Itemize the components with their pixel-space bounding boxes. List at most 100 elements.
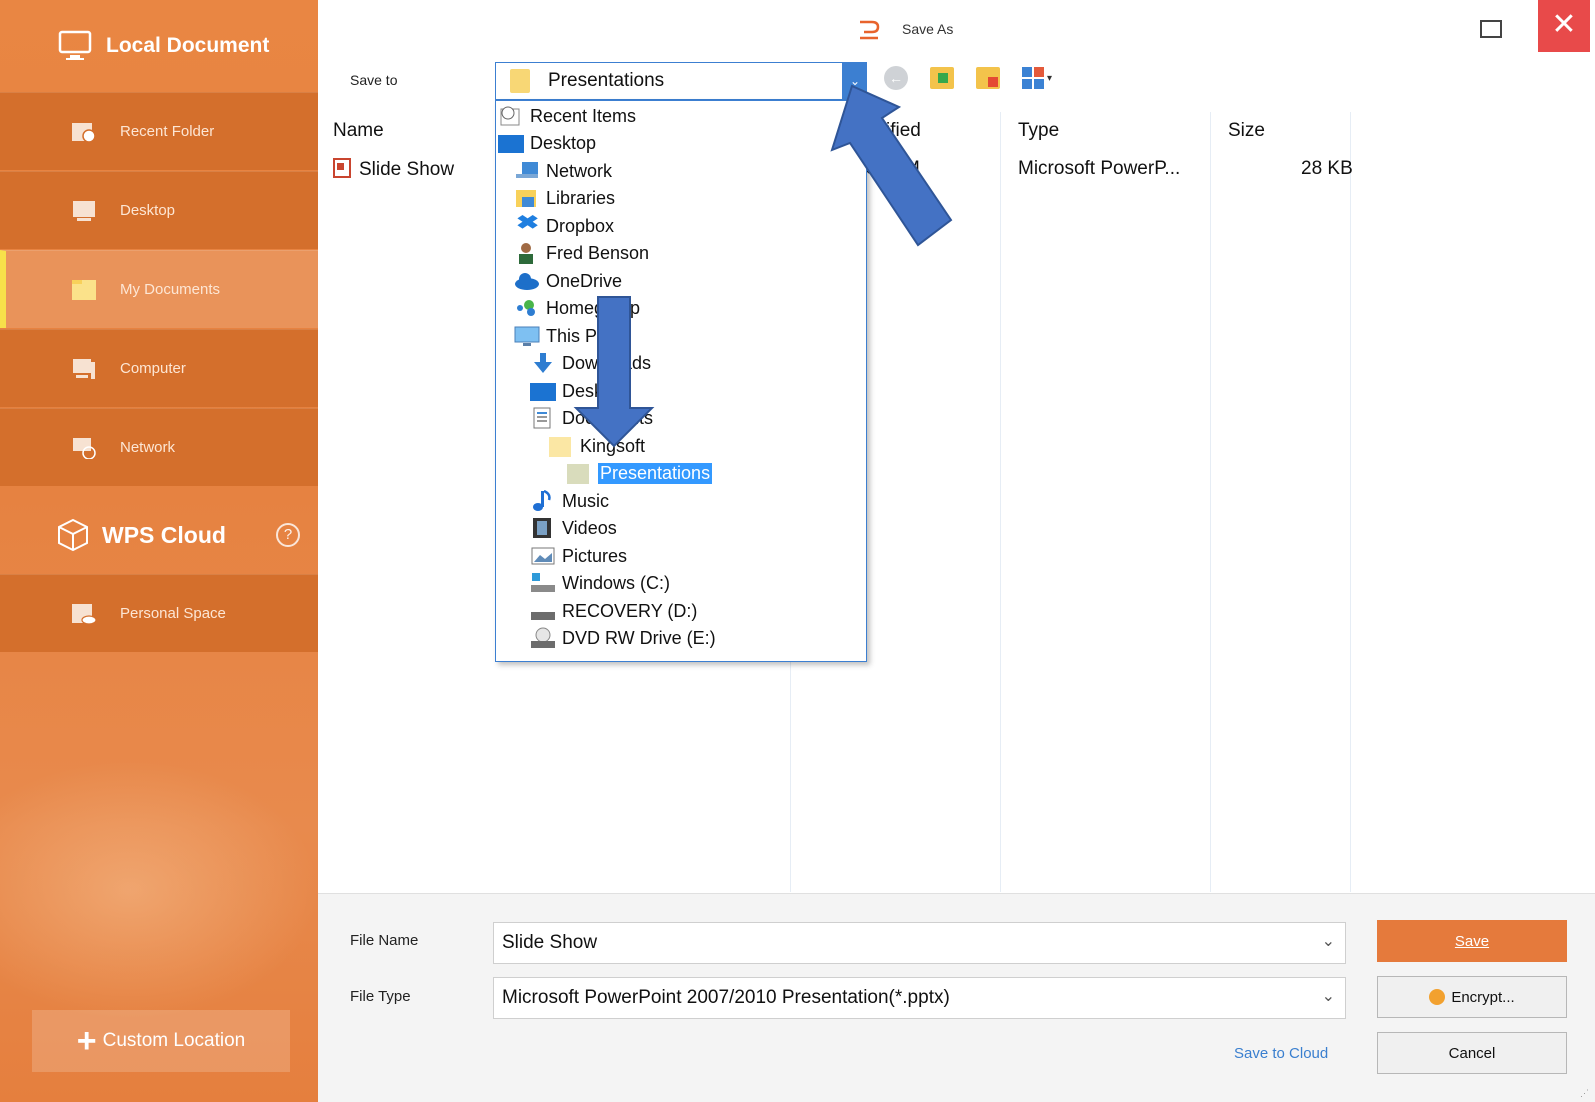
file-type-select[interactable]: Microsoft PowerPoint 2007/2010 Presentat…	[493, 977, 1346, 1019]
sidebar-item-label: My Documents	[120, 281, 221, 298]
music-icon	[533, 490, 551, 511]
custom-location-button[interactable]: + Custom Location	[32, 1010, 290, 1072]
dropdown-item-label: DVD RW Drive (E:)	[562, 627, 716, 648]
dropdown-item-label: Videos	[562, 517, 617, 538]
documents-icon	[533, 407, 551, 429]
sidebar-item-recent-folder[interactable]: Recent Folder	[0, 92, 318, 170]
wps-cloud-title: WPS Cloud	[102, 521, 226, 548]
dropdown-item-label: RECOVERY (D:)	[562, 600, 698, 621]
column-separator	[1350, 112, 1351, 892]
view-options-button[interactable]: ▾	[1022, 67, 1052, 89]
chevron-down-icon[interactable]: ⌄	[1322, 986, 1335, 1006]
dropbox-icon	[517, 215, 538, 229]
maximize-button[interactable]	[1480, 20, 1502, 38]
this-pc-icon	[514, 326, 540, 346]
file-name-input[interactable]: Slide Show ⌄	[493, 922, 1346, 964]
dropdown-item-libraries[interactable]: Libraries	[514, 185, 615, 211]
save-to-cloud-link[interactable]: Save to Cloud	[1234, 1045, 1328, 1062]
folder-icon	[549, 437, 571, 457]
dropdown-item-dropbox[interactable]: Dropbox	[514, 213, 614, 239]
network-icon	[73, 437, 96, 459]
close-button[interactable]: ✕	[1538, 0, 1590, 52]
dvd-drive-icon	[531, 627, 555, 648]
sidebar-item-label: Network	[120, 439, 176, 456]
desktop-icon	[73, 200, 95, 221]
file-name-label: File Name	[350, 932, 419, 949]
dropdown-item-music[interactable]: Music	[530, 488, 609, 514]
column-header-size[interactable]: Size	[1228, 120, 1265, 142]
save-to-dropdown-list: Recent Items Desktop Network Libraries D…	[495, 100, 867, 662]
save-to-value: Presentations	[548, 70, 665, 91]
column-separator	[1000, 112, 1001, 892]
sidebar-item-desktop[interactable]: Desktop	[0, 171, 318, 249]
dropdown-item-fred-benson[interactable]: Fred Benson	[514, 240, 649, 266]
dropdown-item-label: Desktop	[562, 380, 629, 401]
dropdown-item-kingsoft[interactable]: Kingsoft	[548, 433, 645, 459]
dropdown-item-onedrive[interactable]: OneDrive	[514, 268, 622, 294]
dropdown-item-documents[interactable]: Documents	[530, 405, 653, 431]
dropdown-item-downloads[interactable]: Downloads	[530, 350, 651, 376]
dropdown-item-network[interactable]: Network	[514, 158, 612, 184]
sidebar-item-network[interactable]: Network	[0, 408, 318, 486]
homegroup-icon	[517, 300, 535, 316]
save-as-dialog: Local Document Recent Folder Desktop My …	[0, 0, 1595, 1102]
network-icon	[516, 162, 538, 178]
dropdown-item-windows-c[interactable]: Windows (C:)	[530, 570, 670, 596]
encrypt-button[interactable]: Encrypt...	[1377, 976, 1567, 1018]
dropdown-item-label: Kingsoft	[580, 435, 646, 456]
file-type-value: Microsoft PowerPoint 2007/2010 Presentat…	[502, 987, 950, 1008]
chevron-down-icon[interactable]: ⌄	[1322, 931, 1335, 951]
column-separator	[1210, 112, 1211, 892]
libraries-icon	[516, 190, 536, 207]
wps-cloud-header[interactable]: WPS Cloud ?	[0, 496, 318, 574]
dropdown-item-desktop-pc[interactable]: Desktop	[530, 378, 628, 404]
caret-down-icon: ▾	[1047, 72, 1053, 84]
dropdown-item-label: Windows (C:)	[562, 572, 671, 593]
computer-icon	[73, 358, 95, 379]
my-documents-icon	[72, 279, 96, 300]
column-header-name[interactable]: Name	[333, 120, 384, 142]
save-to-combobox[interactable]: Presentations	[495, 62, 843, 100]
recent-items-icon	[500, 106, 520, 126]
desktop-icon	[530, 383, 556, 401]
pptx-file-icon	[333, 158, 351, 178]
up-folder-icon[interactable]	[930, 67, 954, 89]
dropdown-item-desktop[interactable]: Desktop	[498, 130, 596, 156]
save-to-dropdown-button[interactable]: ⌄	[843, 62, 867, 100]
sidebar-item-personal-space[interactable]: Personal Space	[0, 574, 318, 652]
encrypt-label: Encrypt...	[1451, 988, 1515, 1006]
dropdown-item-label: Libraries	[546, 187, 616, 208]
dropdown-item-dvd-rw-e[interactable]: DVD RW Drive (E:)	[530, 625, 716, 651]
dropdown-item-label: Pictures	[562, 545, 628, 566]
personal-space-icon	[72, 603, 96, 625]
dropdown-item-pictures[interactable]: Pictures	[530, 543, 627, 569]
sidebar-item-label: Personal Space	[120, 605, 226, 622]
new-folder-icon[interactable]	[976, 67, 1000, 89]
back-icon[interactable]: ←	[884, 66, 908, 90]
resize-grip-icon[interactable]: ⋰	[1580, 1088, 1590, 1098]
help-icon[interactable]: ?	[276, 523, 300, 547]
sidebar-item-computer[interactable]: Computer	[0, 329, 318, 407]
dropdown-item-this-pc[interactable]: This PC	[514, 323, 610, 349]
folder-icon	[510, 69, 530, 93]
cancel-button[interactable]: Cancel	[1377, 1032, 1567, 1074]
dropdown-item-homegroup[interactable]: Homegroup	[514, 295, 640, 321]
sidebar-item-label: Computer	[120, 360, 186, 377]
dropdown-item-presentations[interactable]: Presentations	[566, 460, 713, 486]
file-name-cell: Slide Show	[333, 158, 454, 181]
user-icon	[519, 243, 533, 264]
column-header-type[interactable]: Type	[1018, 120, 1059, 142]
dropdown-item-videos[interactable]: Videos	[530, 515, 617, 541]
dropdown-item-label: Network	[546, 160, 613, 181]
dropdown-item-label: Presentations	[598, 462, 713, 484]
custom-location-label: Custom Location	[102, 1030, 246, 1051]
local-document-header[interactable]: Local Document	[0, 0, 318, 92]
grid-view-icon	[1022, 67, 1044, 89]
save-button[interactable]: Save	[1377, 920, 1567, 962]
dropdown-item-recent-items[interactable]: Recent Items	[498, 103, 636, 129]
sidebar-item-my-documents[interactable]: My Documents	[0, 250, 318, 328]
column-header-modified[interactable]: ified	[886, 120, 921, 142]
dropdown-item-recovery-d[interactable]: RECOVERY (D:)	[530, 598, 697, 624]
file-size-cell: 28 KB	[1301, 158, 1353, 179]
file-type-label: File Type	[350, 988, 411, 1005]
